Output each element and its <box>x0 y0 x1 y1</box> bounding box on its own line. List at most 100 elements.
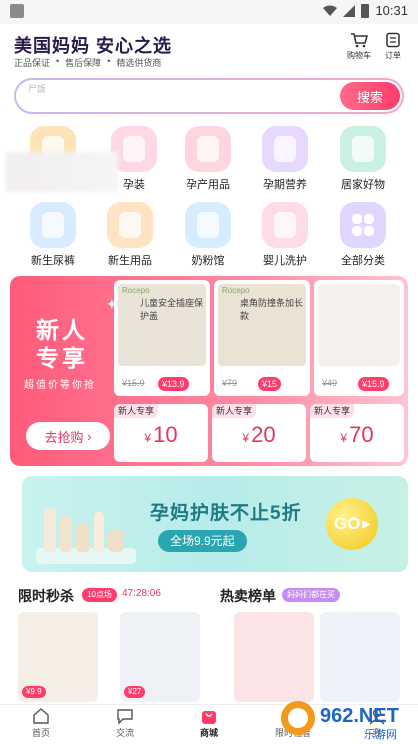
coupon-label: 新人专享 <box>212 404 257 418</box>
new-price: ¥15 <box>258 377 282 391</box>
grid-icon <box>340 202 386 248</box>
tagline: 售后保障 <box>65 58 102 68</box>
tab-mall[interactable]: 商城 <box>174 707 244 739</box>
flash-sale-session-tag: 10点场 <box>82 588 117 602</box>
promo-subtitle: 超值价等你抢 <box>24 380 96 391</box>
category-label: 孕产用品 <box>186 179 230 191</box>
tab-community[interactable]: 交流 <box>90 707 160 739</box>
status-time: 10:31 <box>375 3 408 18</box>
category-item-maternity-supplies[interactable]: 孕产用品 <box>168 126 248 192</box>
flash-sale-product[interactable]: ¥27 <box>120 612 200 702</box>
blurred-region <box>6 152 118 192</box>
formula-icon <box>185 202 231 248</box>
tab-label: 商城 <box>199 728 218 738</box>
cart-icon <box>351 33 368 48</box>
old-price: ¥15.9 <box>122 378 145 388</box>
search-bar: 尸饭 搜索 <box>14 78 404 114</box>
coupon-card[interactable]: 新人专享 ¥20 <box>212 404 306 462</box>
product-brand: Rocepo <box>122 286 150 295</box>
old-price: ¥49 <box>322 378 338 388</box>
home-goods-icon <box>340 126 386 172</box>
cart-button[interactable]: 购物车 <box>344 32 374 61</box>
cart-label: 购物车 <box>347 51 371 60</box>
banner-pill: 全场9.9元起 <box>158 530 247 552</box>
banner-title: 孕妈护肤不止5折 <box>150 503 302 524</box>
coupon-label: 新人专享 <box>114 404 159 418</box>
chevron-right-icon: › <box>87 428 92 444</box>
category-grid: 孕装 孕产用品 孕期营养 居家好物 新生尿裤 新生用品 奶粉馆 婴儿洗护 全部分… <box>0 124 418 270</box>
tagline: 精选供货商 <box>116 58 162 68</box>
tab-label: 首页 <box>31 728 50 738</box>
header: 美国妈妈 安心之选 正品保证 • 售后保障 • 精选供货商 购物车 订单 <box>0 24 418 76</box>
orders-button[interactable]: 订单 <box>378 32 408 61</box>
wifi-icon <box>323 5 338 16</box>
category-label: 婴儿洗护 <box>263 255 307 267</box>
tab-label: 交流 <box>115 728 134 738</box>
price-chip: ¥27 <box>124 686 146 698</box>
orders-icon <box>386 32 400 48</box>
category-item-newborn-supplies[interactable]: 新生用品 <box>90 202 170 268</box>
promo-product-card[interactable]: Rocepo 儿童安全插座保护盖 ¥15.9 ¥13.9 <box>114 280 210 396</box>
hot-list-title: 热卖榜单 <box>220 588 276 604</box>
diaper-icon <box>30 202 76 248</box>
promo-product-card[interactable]: Rocepo 桌角防撞条加长款 ¥79 ¥15 <box>214 280 310 396</box>
coupon-card[interactable]: 新人专享 ¥70 <box>310 404 404 462</box>
flash-sale-title: 限时秒杀 <box>18 588 74 604</box>
search-input[interactable]: 尸饭 搜索 <box>16 80 402 112</box>
brand-taglines: 正品保证 • 售后保障 • 精选供货商 <box>14 56 161 69</box>
new-price: ¥13.9 <box>158 377 189 391</box>
category-label: 全部分类 <box>341 255 385 267</box>
status-bar: 10:31 <box>0 0 418 24</box>
home-icon <box>33 708 49 724</box>
flash-sale-product[interactable]: ¥9.9 <box>18 612 98 702</box>
skincare-bottles-image <box>36 508 136 564</box>
app-notification-icon <box>10 4 24 18</box>
search-button[interactable]: 搜索 <box>340 82 400 110</box>
category-item-all[interactable]: 全部分类 <box>323 202 403 268</box>
category-label: 孕期营养 <box>263 179 307 191</box>
hot-list-tag: 妈妈们都在买 <box>282 588 340 602</box>
product-image <box>318 284 400 366</box>
product-image: Rocepo 儿童安全插座保护盖 <box>118 284 206 366</box>
promo-title: 新人专享 <box>36 317 88 371</box>
category-item-pregnancy-nutrition[interactable]: 孕期营养 <box>245 126 325 192</box>
maternity-supplies-icon <box>185 126 231 172</box>
status-indicators: 10:31 <box>323 3 408 18</box>
grab-deal-button[interactable]: 去抢购 › <box>26 422 110 450</box>
hot-list-product[interactable] <box>320 612 400 702</box>
coupon-card[interactable]: 新人专享 ¥10 <box>114 404 208 462</box>
product-image: Rocepo 桌角防撞条加长款 <box>218 284 306 366</box>
chat-icon <box>117 709 133 725</box>
flash-sale-section[interactable]: 限时秒杀 10点场 47:28:06 ¥9.9 ¥27 <box>10 582 206 704</box>
product-brand: Rocepo <box>222 286 250 295</box>
category-label: 居家好物 <box>341 179 385 191</box>
promo-product-card[interactable]: ¥49 ¥15.9 <box>314 280 404 396</box>
category-label: 新生用品 <box>108 255 152 267</box>
coupon-label: 新人专享 <box>310 404 355 418</box>
category-item-baby-care[interactable]: 婴儿洗护 <box>245 202 325 268</box>
flash-sale-countdown: 47:28:06 <box>122 588 161 599</box>
product-caption: 桌角防撞条加长款 <box>240 298 304 321</box>
go-button[interactable]: GO ▶ <box>326 498 378 550</box>
signal-icon <box>343 4 356 17</box>
brand-title: 美国妈妈 安心之选 <box>14 36 173 56</box>
search-placeholder: 尸饭 <box>28 84 47 94</box>
category-item-newborn-diapers[interactable]: 新生尿裤 <box>13 202 93 268</box>
category-label: 奶粉馆 <box>191 255 225 267</box>
tab-home[interactable]: 首页 <box>6 707 76 739</box>
category-label: 新生尿裤 <box>31 255 75 267</box>
tagline-separator: • <box>107 56 111 66</box>
hot-list-product[interactable] <box>234 612 314 702</box>
shopping-bag-icon <box>202 711 216 724</box>
watermark-logo: 962.NET 乐游网 <box>281 701 399 741</box>
svg-text:乐游网: 乐游网 <box>364 728 397 741</box>
category-item-formula[interactable]: 奶粉馆 <box>168 202 248 268</box>
skincare-banner[interactable]: 孕妈护肤不止5折 全场9.9元起 GO ▶ <box>22 476 408 572</box>
baby-care-icon <box>262 202 308 248</box>
hot-list-section[interactable]: 热卖榜单 妈妈们都在买 <box>212 582 408 704</box>
category-item-home-goods[interactable]: 居家好物 <box>323 126 403 192</box>
product-caption: 儿童安全插座保护盖 <box>140 298 204 321</box>
pregnancy-nutrition-icon <box>262 126 308 172</box>
coupon-amount: ¥10 <box>144 422 178 447</box>
old-price: ¥79 <box>222 378 238 388</box>
